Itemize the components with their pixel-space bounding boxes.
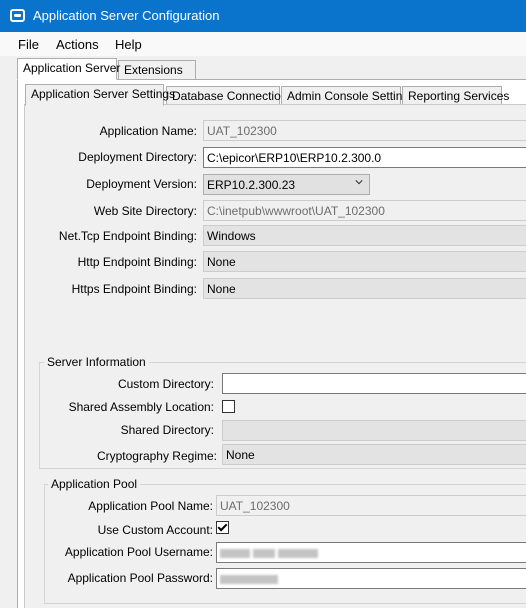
use-custom-account-checkbox[interactable] bbox=[216, 521, 229, 534]
server-information-title: Server Information bbox=[44, 355, 149, 369]
http-binding-select[interactable]: None bbox=[203, 251, 526, 272]
app-pool-password-label: Application Pool Password: bbox=[67, 571, 213, 585]
shared-directory-field bbox=[222, 420, 526, 441]
tab-application-server[interactable]: Application Server bbox=[17, 58, 120, 80]
window-title: Application Server Configuration bbox=[33, 8, 220, 23]
nettcp-binding-select[interactable]: Windows bbox=[203, 225, 526, 246]
web-site-directory-label: Web Site Directory: bbox=[93, 204, 197, 218]
application-pool-title: Application Pool bbox=[48, 477, 141, 491]
tab-application-server-settings[interactable]: Application Server Settings bbox=[25, 84, 175, 106]
shared-assembly-label: Shared Assembly Location: bbox=[68, 400, 214, 414]
deployment-version-label: Deployment Version: bbox=[86, 177, 197, 191]
tab-database-connection[interactable]: Database Connection bbox=[166, 86, 287, 106]
cryptography-regime-select[interactable]: None bbox=[222, 444, 526, 465]
use-custom-account-label: Use Custom Account: bbox=[97, 523, 213, 537]
menu-bar: File Actions Help bbox=[0, 32, 526, 56]
custom-directory-field[interactable] bbox=[222, 373, 526, 394]
tab-admin-console-settings[interactable]: Admin Console Settings bbox=[281, 86, 415, 106]
menu-file[interactable]: File bbox=[18, 37, 39, 52]
custom-directory-label: Custom Directory: bbox=[117, 377, 214, 391]
menu-actions[interactable]: Actions bbox=[56, 37, 99, 52]
chevron-down-icon bbox=[355, 180, 363, 185]
title-bar: Application Server Configuration bbox=[0, 0, 526, 32]
app-name-field: UAT_102300 bbox=[203, 120, 526, 141]
app-name-label: Application Name: bbox=[99, 124, 197, 138]
cryptography-regime-label: Cryptography Regime: bbox=[96, 449, 217, 463]
https-binding-label: Https Endpoint Binding: bbox=[71, 282, 197, 296]
https-binding-select[interactable]: None bbox=[203, 278, 526, 299]
menu-help[interactable]: Help bbox=[115, 37, 142, 52]
shared-directory-label: Shared Directory: bbox=[120, 423, 214, 437]
tab-reporting-services[interactable]: Reporting Services bbox=[402, 86, 509, 106]
app-window-icon bbox=[10, 9, 25, 22]
app-pool-username-label: Application Pool Username: bbox=[64, 545, 213, 559]
app-pool-password-field[interactable] bbox=[216, 568, 526, 589]
app-pool-name-label: Application Pool Name: bbox=[88, 499, 213, 513]
deployment-version-value: ERP10.2.300.23 bbox=[207, 178, 296, 192]
tab-extensions[interactable]: Extensions bbox=[118, 60, 196, 80]
deployment-directory-label: Deployment Directory: bbox=[78, 150, 197, 164]
http-binding-label: Http Endpoint Binding: bbox=[77, 255, 197, 269]
deployment-version-select[interactable]: ERP10.2.300.23 bbox=[203, 174, 370, 195]
web-site-directory-field: C:\inetpub\wwwroot\UAT_102300 bbox=[203, 200, 526, 221]
shared-assembly-checkbox[interactable] bbox=[222, 400, 235, 413]
nettcp-binding-label: Net.Tcp Endpoint Binding: bbox=[58, 229, 197, 243]
app-pool-username-field[interactable] bbox=[216, 542, 526, 563]
app-pool-name-field: UAT_102300 bbox=[216, 495, 526, 516]
checkmark-icon bbox=[217, 521, 228, 532]
deployment-directory-field[interactable]: C:\epicor\ERP10\ERP10.2.300.0 bbox=[203, 147, 526, 168]
